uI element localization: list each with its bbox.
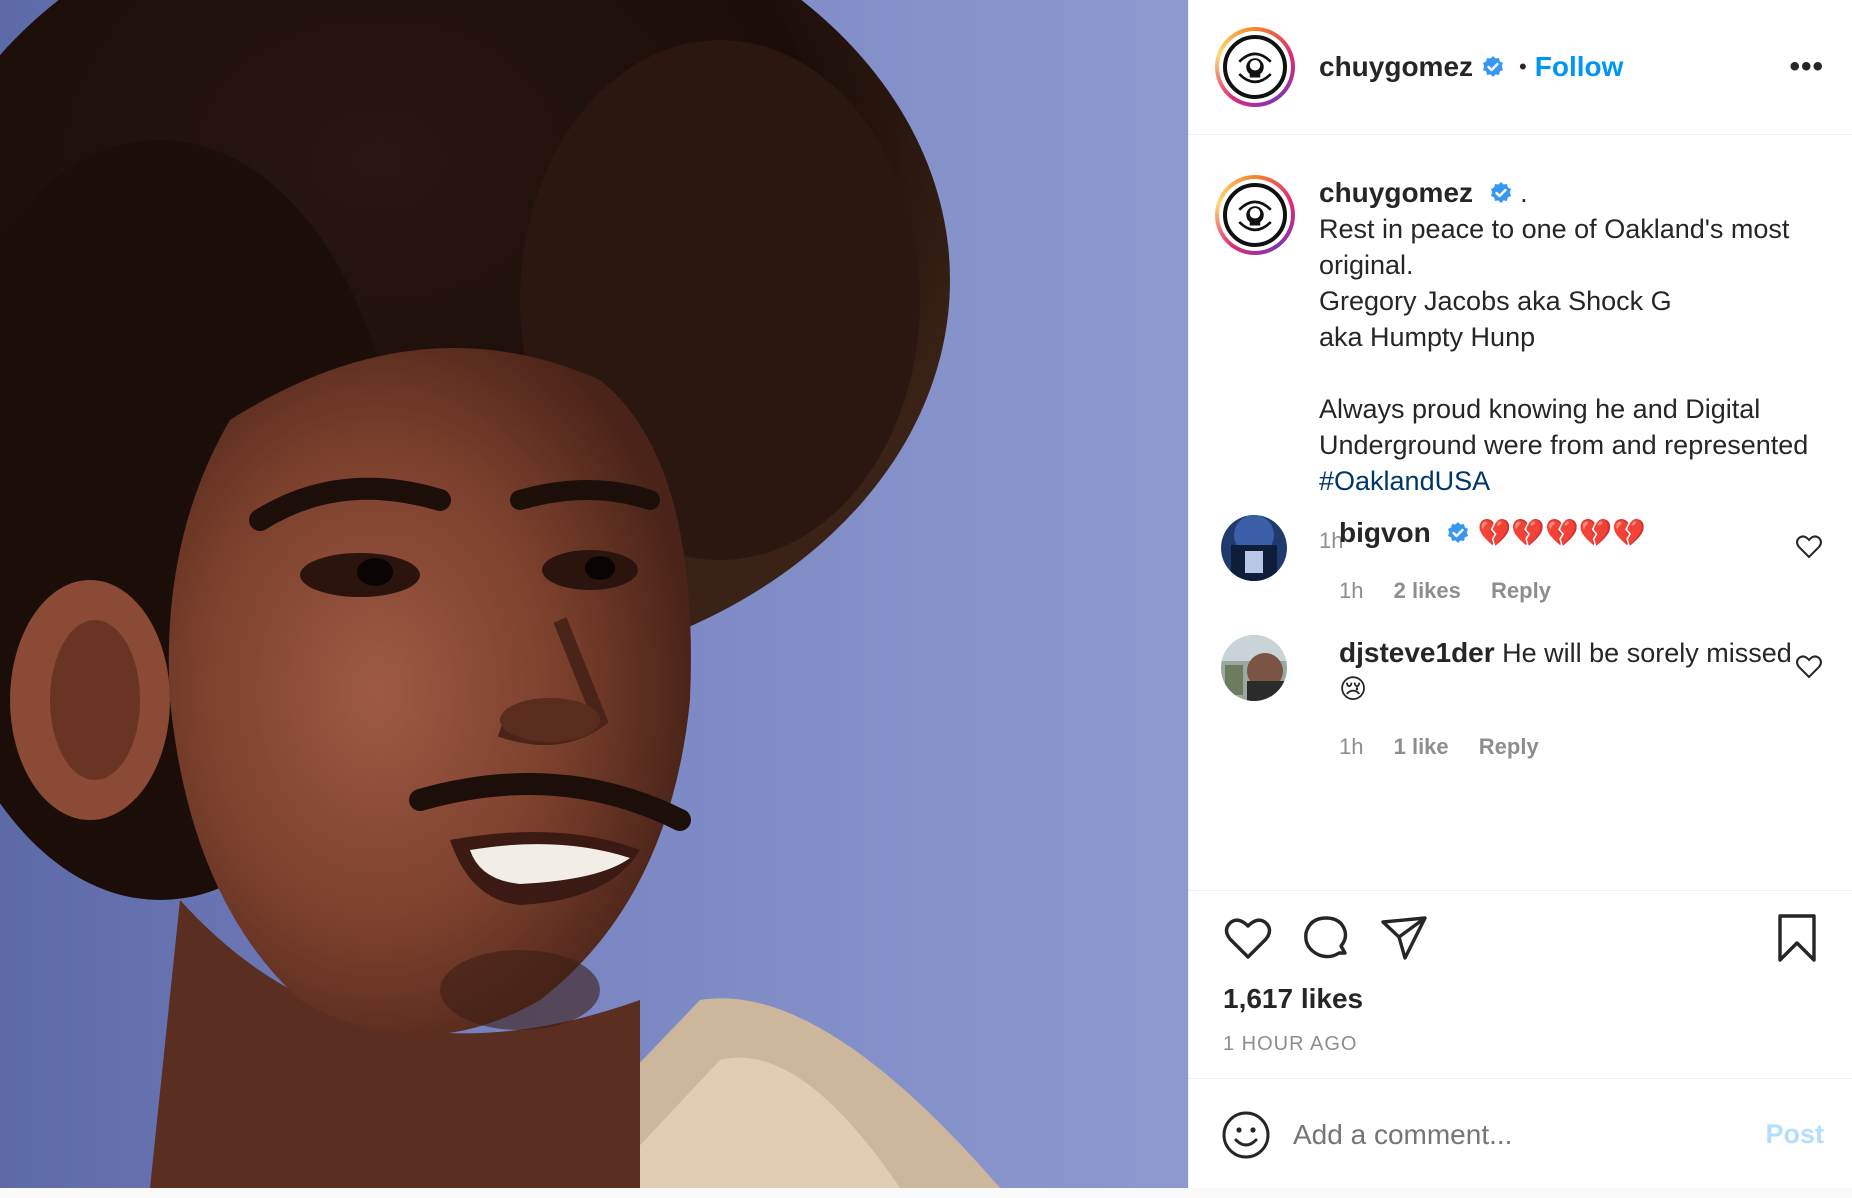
comment-meta: 1h 1 like Reply: [1339, 729, 1809, 765]
post-comment-button[interactable]: Post: [1765, 1119, 1824, 1150]
caption-line-5: Always proud knowing he and Digital Unde…: [1319, 394, 1809, 460]
comment-username[interactable]: djsteve1der: [1339, 637, 1495, 668]
share-icon[interactable]: [1379, 913, 1429, 963]
post-header: chuygomez • Follow •••: [1189, 0, 1852, 135]
more-horizontal-icon[interactable]: •••: [1789, 50, 1824, 84]
comment-item: djsteve1der He will be sorely missed 😢 1…: [1221, 635, 1832, 765]
comment-item: bigvon 💔💔💔💔💔 1h 2 likes Reply: [1221, 515, 1832, 609]
post-photo-illustration: [0, 0, 1188, 1188]
heart-icon[interactable]: [1796, 535, 1822, 559]
verified-badge-icon: [1448, 522, 1469, 543]
comment-time[interactable]: 1h: [1339, 734, 1363, 759]
commenter-avatar[interactable]: [1221, 635, 1287, 701]
caption-suffix: .: [1520, 178, 1528, 208]
caption-avatar[interactable]: [1215, 175, 1295, 255]
post-caption: chuygomez . Rest in peace to one of Oakl…: [1215, 175, 1832, 559]
separator-dot: •: [1519, 54, 1527, 79]
comment-text: 💔💔💔💔💔: [1477, 518, 1646, 548]
like-heart-icon[interactable]: [1223, 913, 1273, 963]
caption-username[interactable]: chuygomez: [1319, 177, 1473, 208]
caption-line-2: Gregory Jacobs aka Shock G: [1319, 286, 1672, 316]
comment-meta: 1h 2 likes Reply: [1339, 573, 1809, 609]
comment-likes[interactable]: 2 likes: [1394, 578, 1461, 603]
caption-body: chuygomez . Rest in peace to one of Oakl…: [1319, 175, 1832, 559]
caption-line-1: Rest in peace to one of Oakland's most o…: [1319, 214, 1790, 280]
author-username[interactable]: chuygomez: [1319, 51, 1473, 83]
caption-text: Rest in peace to one of Oakland's most o…: [1319, 211, 1832, 499]
comment-time[interactable]: 1h: [1339, 578, 1363, 603]
heart-icon[interactable]: [1796, 655, 1822, 679]
comment-input[interactable]: [1293, 1118, 1673, 1151]
verified-badge-icon: [1483, 56, 1504, 77]
post-image[interactable]: [0, 0, 1188, 1188]
comment-icon[interactable]: [1301, 913, 1351, 963]
author-avatar[interactable]: [1215, 27, 1295, 107]
comment-likes[interactable]: 1 like: [1394, 734, 1449, 759]
chuygomez-logo: [1223, 183, 1287, 247]
save-bookmark-icon[interactable]: [1772, 913, 1822, 963]
chuygomez-logo: [1223, 35, 1287, 99]
reply-button[interactable]: Reply: [1479, 734, 1539, 759]
comment-body: djsteve1der He will be sorely missed 😢 1…: [1339, 635, 1809, 765]
commenter-avatar[interactable]: [1221, 515, 1287, 581]
reply-button[interactable]: Reply: [1491, 578, 1551, 603]
verified-badge-icon: [1490, 182, 1511, 203]
post-side-panel: chuygomez • Follow ••• chuygomez . Rest …: [1188, 0, 1852, 1190]
caption-hashtag[interactable]: #OaklandUSA: [1319, 466, 1490, 496]
comment-body: bigvon 💔💔💔💔💔 1h 2 likes Reply: [1339, 515, 1809, 609]
comment-username[interactable]: bigvon: [1339, 517, 1431, 548]
comments-list[interactable]: chuygomez . Rest in peace to one of Oakl…: [1189, 135, 1852, 890]
likes-count[interactable]: 1,617 likes: [1223, 983, 1363, 1015]
follow-button[interactable]: Follow: [1535, 51, 1624, 83]
post-actions: 1,617 likes 1 HOUR AGO: [1189, 890, 1852, 1078]
page-bottom-border: [0, 1188, 1852, 1198]
emoji-icon[interactable]: [1221, 1110, 1271, 1160]
add-comment-bar: Post: [1189, 1078, 1852, 1190]
post-time: 1 HOUR AGO: [1223, 1033, 1358, 1055]
caption-line-3: aka Humpty Hunp: [1319, 322, 1536, 352]
